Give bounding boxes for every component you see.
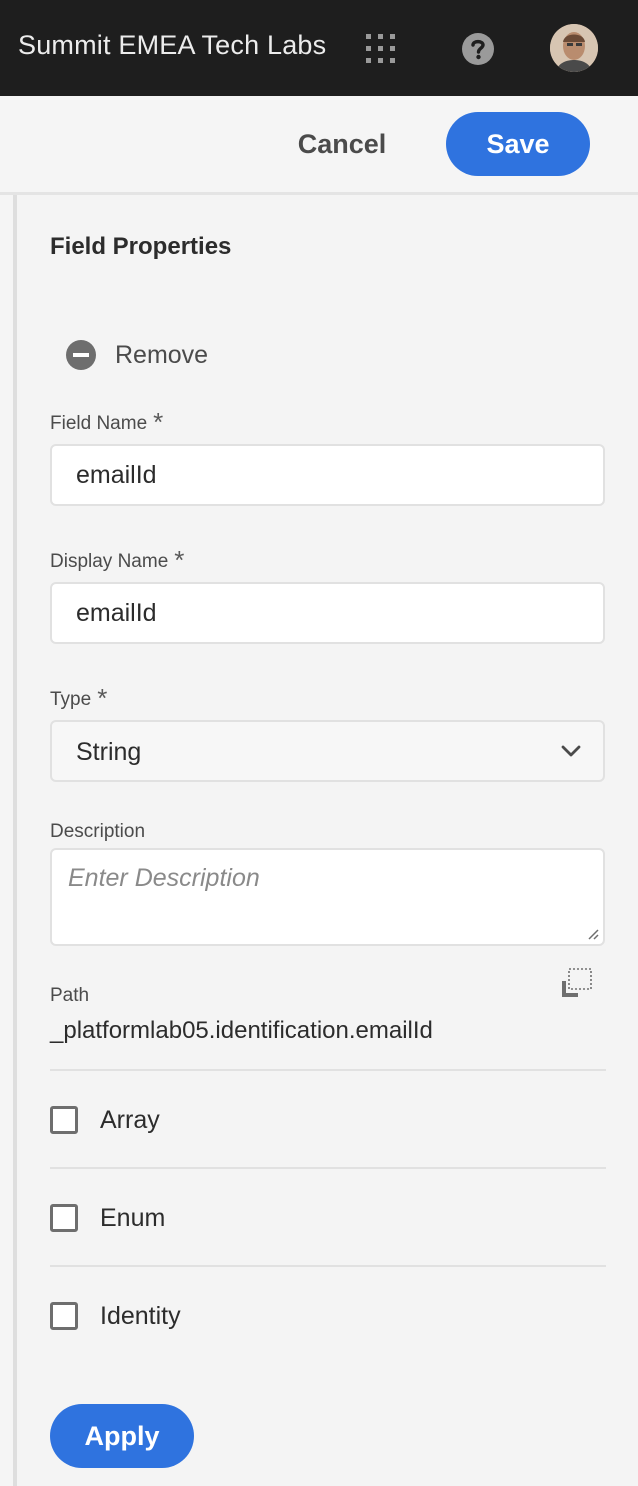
- field-name-label-text: Field Name: [50, 413, 148, 434]
- display-name-input[interactable]: [52, 584, 603, 642]
- array-checkbox[interactable]: [50, 1106, 78, 1134]
- type-selected-value: String: [76, 738, 142, 766]
- field-properties-panel: Field Properties Remove Field Name* Disp…: [13, 195, 638, 1486]
- copy-icon[interactable]: [558, 967, 594, 1001]
- apps-grid-icon[interactable]: [364, 32, 398, 66]
- org-title[interactable]: Summit EMEA Tech Labs: [18, 30, 326, 61]
- user-avatar[interactable]: [550, 24, 598, 72]
- chevron-down-icon: [561, 745, 581, 757]
- array-checkbox-label: Array: [100, 1105, 160, 1134]
- remove-label: Remove: [115, 340, 209, 369]
- required-asterisk: *: [97, 683, 108, 713]
- array-checkbox-row[interactable]: Array: [50, 1105, 160, 1135]
- enum-checkbox-label: Enum: [100, 1203, 166, 1232]
- action-bar: Cancel Save: [0, 96, 638, 195]
- avatar-image: [550, 24, 598, 72]
- field-name-input[interactable]: [52, 446, 603, 504]
- divider: [50, 1265, 606, 1267]
- divider: [50, 1167, 606, 1169]
- resize-grip-icon[interactable]: [586, 927, 600, 941]
- description-textarea[interactable]: Enter Description: [50, 848, 605, 946]
- field-name-label: Field Name *: [50, 407, 164, 437]
- apply-button[interactable]: Apply: [50, 1404, 194, 1468]
- top-bar: Summit EMEA Tech Labs: [0, 0, 638, 96]
- path-label: Path: [50, 985, 90, 1006]
- remove-icon: [66, 340, 96, 370]
- display-name-label: Display Name *: [50, 545, 185, 575]
- type-label-text: Type: [50, 689, 92, 710]
- remove-field-button[interactable]: Remove: [65, 337, 208, 373]
- divider: [50, 1069, 606, 1071]
- save-button[interactable]: Save: [446, 112, 590, 176]
- description-label: Description: [50, 821, 146, 842]
- type-label: Type *: [50, 683, 108, 713]
- panel-title: Field Properties: [50, 233, 232, 260]
- identity-checkbox[interactable]: [50, 1302, 78, 1330]
- enum-checkbox-row[interactable]: Enum: [50, 1203, 165, 1233]
- help-icon[interactable]: [461, 32, 495, 66]
- description-placeholder: Enter Description: [68, 864, 260, 892]
- cancel-button[interactable]: Cancel: [290, 112, 394, 176]
- enum-checkbox[interactable]: [50, 1204, 78, 1232]
- display-name-label-text: Display Name: [50, 551, 169, 572]
- display-name-input-wrapper: [50, 582, 605, 644]
- type-select[interactable]: String: [50, 720, 605, 782]
- identity-checkbox-label: Identity: [100, 1301, 181, 1330]
- path-value: _platformlab05.identification.emailId: [50, 1017, 433, 1044]
- required-asterisk: *: [153, 407, 164, 437]
- field-name-input-wrapper: [50, 444, 605, 506]
- identity-checkbox-row[interactable]: Identity: [50, 1301, 181, 1331]
- required-asterisk: *: [174, 545, 185, 575]
